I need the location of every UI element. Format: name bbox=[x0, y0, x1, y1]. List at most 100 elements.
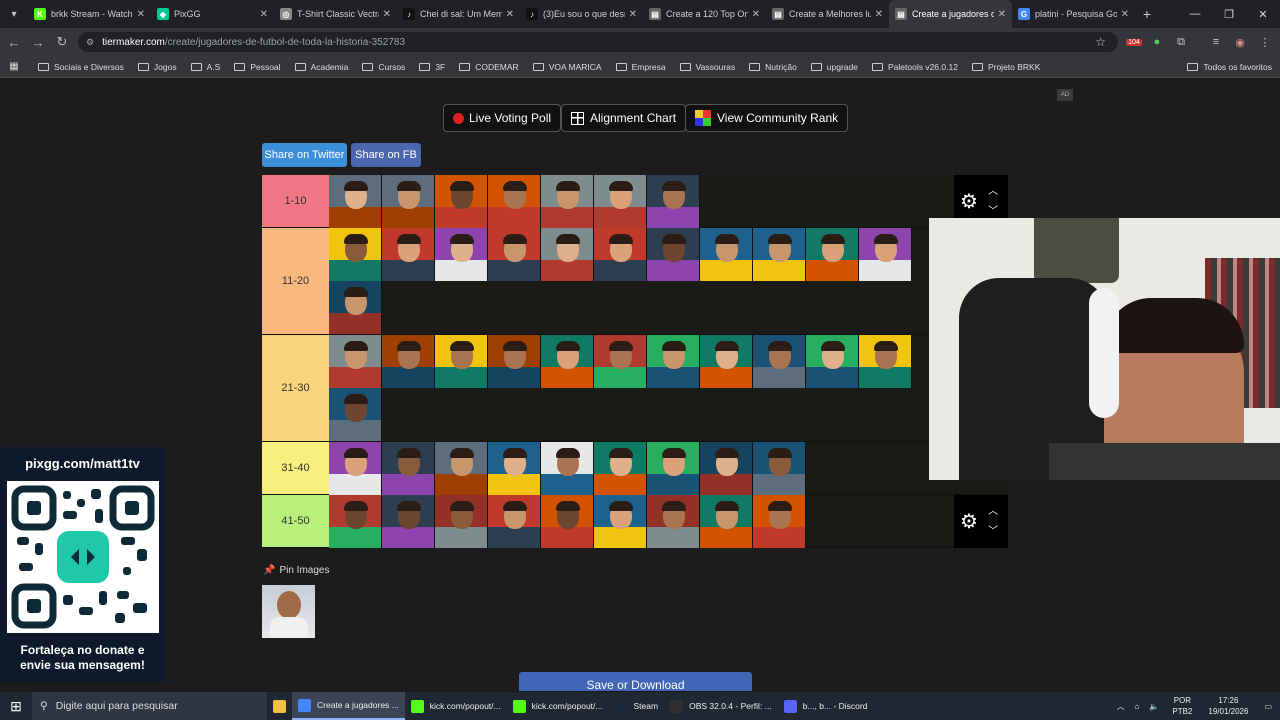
taskbar-app[interactable]: Create a jugadores ... bbox=[292, 692, 405, 720]
volume-icon[interactable]: 🔈 bbox=[1149, 702, 1159, 711]
tab-close-icon[interactable]: ✕ bbox=[875, 9, 883, 20]
all-bookmarks[interactable]: Todos os favoritos bbox=[1187, 62, 1272, 72]
windows-start-icon[interactable]: ⊞ bbox=[0, 698, 32, 715]
gear-icon[interactable]: ⚙ bbox=[956, 509, 982, 534]
player-image[interactable] bbox=[753, 495, 806, 548]
browser-tab[interactable]: ◎ T-Shirt Classic Vectra ✕ bbox=[274, 0, 397, 28]
bookmark-folder[interactable]: Academia bbox=[294, 62, 348, 72]
alignment-chart-button[interactable]: Alignment Chart bbox=[561, 104, 687, 132]
bookmark-folder[interactable]: CODEMAR bbox=[459, 62, 519, 72]
bookmark-folder[interactable]: Projeto BRKK bbox=[971, 62, 1040, 72]
tier-label[interactable]: 1-10 bbox=[262, 175, 329, 227]
tab-close-icon[interactable]: ✕ bbox=[383, 9, 391, 20]
player-image[interactable] bbox=[806, 335, 859, 388]
player-image[interactable] bbox=[647, 335, 700, 388]
restore-icon[interactable]: ❐ bbox=[1212, 0, 1246, 28]
player-image[interactable] bbox=[700, 335, 753, 388]
bookmark-folder[interactable]: Cursos bbox=[362, 62, 405, 72]
player-image[interactable] bbox=[329, 281, 382, 334]
player-image[interactable] bbox=[753, 228, 806, 281]
player-image[interactable] bbox=[329, 175, 382, 228]
extensions-puzzle-icon[interactable]: ⧉ bbox=[1170, 28, 1192, 56]
pin-images[interactable]: 📌 Pin Images bbox=[263, 565, 329, 576]
player-image[interactable] bbox=[647, 175, 700, 228]
taskbar-app[interactable]: Steam bbox=[609, 692, 665, 720]
tier-label[interactable]: 31-40 bbox=[262, 442, 329, 494]
player-image[interactable] bbox=[541, 175, 594, 228]
player-image[interactable] bbox=[382, 495, 435, 548]
player-image[interactable] bbox=[594, 228, 647, 281]
tier-label[interactable]: 41-50 bbox=[262, 495, 329, 547]
player-image[interactable] bbox=[700, 495, 753, 548]
tab-close-icon[interactable]: ✕ bbox=[260, 9, 268, 20]
browser-tab[interactable]: Kbrkk Stream - Watch ✕ bbox=[28, 0, 151, 28]
bookmark-folder[interactable]: A.S bbox=[190, 62, 220, 72]
bookmark-folder[interactable]: Pessoal bbox=[234, 62, 281, 72]
bookmark-folder[interactable]: Empresa bbox=[615, 62, 666, 72]
bookmark-folder[interactable]: Jogos bbox=[137, 62, 177, 72]
tray-chevron-icon[interactable]: ︿ bbox=[1117, 701, 1125, 712]
tier-label[interactable]: 21-30 bbox=[262, 335, 329, 441]
tab-close-icon[interactable]: ✕ bbox=[1121, 9, 1129, 20]
gear-icon[interactable]: ⚙ bbox=[956, 189, 982, 214]
bookmark-folder[interactable]: Sociais e Diversos bbox=[38, 62, 124, 72]
notifications-icon[interactable]: ▭ bbox=[1264, 702, 1272, 711]
media-icon[interactable]: ≡ bbox=[1205, 28, 1227, 56]
taskbar-app[interactable]: b..., b... - Discord bbox=[778, 692, 874, 720]
extension-badge[interactable]: 104 bbox=[1123, 28, 1145, 56]
tab-search-icon[interactable]: ▾ bbox=[0, 0, 28, 28]
bookmark-folder[interactable]: VOA MARICA bbox=[532, 62, 602, 72]
player-image[interactable] bbox=[488, 228, 541, 281]
network-icon[interactable]: ⌂ bbox=[1135, 702, 1140, 711]
player-image[interactable] bbox=[382, 175, 435, 228]
player-image[interactable] bbox=[859, 335, 912, 388]
browser-tab[interactable]: Gplatini - Pesquisa Go ✕ bbox=[1012, 0, 1135, 28]
player-image[interactable] bbox=[488, 495, 541, 548]
share-fb-button[interactable]: Share on FB bbox=[351, 143, 421, 167]
player-image[interactable] bbox=[700, 442, 753, 495]
tab-close-icon[interactable]: ✕ bbox=[752, 9, 760, 20]
bookmark-folder[interactable]: Nutrição bbox=[749, 62, 797, 72]
live-voting-poll-button[interactable]: Live Voting Poll bbox=[443, 104, 562, 132]
browser-tab[interactable]: ▤ Create a Melhores lu ✕ bbox=[766, 0, 889, 28]
reload-icon[interactable]: ↻ bbox=[50, 34, 74, 50]
player-image[interactable] bbox=[329, 335, 382, 388]
apps-grid-icon[interactable]: ▦ bbox=[0, 61, 28, 72]
minimize-icon[interactable]: — bbox=[1178, 0, 1212, 28]
bookmark-folder[interactable]: 3F bbox=[419, 62, 445, 72]
player-image[interactable] bbox=[382, 442, 435, 495]
profile-avatar[interactable]: ◉ bbox=[1229, 28, 1251, 56]
clock[interactable]: 17:26 19/01/2026 bbox=[1208, 695, 1248, 717]
taskbar-app[interactable]: OBS 32.0.4 - Perfil: ... bbox=[664, 692, 778, 720]
player-image[interactable] bbox=[647, 495, 700, 548]
browser-tab[interactable]: ♪ Chei di sal: Um Meme ✕ bbox=[397, 0, 520, 28]
new-tab-button[interactable]: + bbox=[1135, 6, 1159, 22]
player-image[interactable] bbox=[488, 335, 541, 388]
browser-tab[interactable]: ♪ (3)Eu sou o que desm ✕ bbox=[520, 0, 643, 28]
url-bar[interactable]: ⚙ tiermaker.com /create/jugadores-de-fut… bbox=[78, 32, 1118, 52]
player-image[interactable] bbox=[647, 442, 700, 495]
tab-close-icon[interactable]: ✕ bbox=[629, 9, 637, 20]
player-image[interactable] bbox=[382, 228, 435, 281]
player-image[interactable] bbox=[647, 228, 700, 281]
bookmark-folder[interactable]: Vassouras bbox=[679, 62, 735, 72]
taskbar-app[interactable]: kick.com/popout/... bbox=[507, 692, 609, 720]
player-image[interactable] bbox=[541, 228, 594, 281]
player-image[interactable] bbox=[329, 442, 382, 495]
taskbar-app[interactable]: kick.com/popout/... bbox=[405, 692, 507, 720]
browser-tab[interactable]: ▤ Create a 120 Top One ✕ bbox=[643, 0, 766, 28]
share-twitter-button[interactable]: Share on Twitter bbox=[262, 143, 347, 167]
player-image[interactable] bbox=[488, 175, 541, 228]
tab-close-icon[interactable]: ✕ bbox=[137, 9, 145, 20]
player-image[interactable] bbox=[753, 335, 806, 388]
player-image[interactable] bbox=[541, 335, 594, 388]
player-image[interactable] bbox=[329, 495, 382, 548]
close-window-icon[interactable]: ✕ bbox=[1246, 0, 1280, 28]
chevron-up-icon[interactable]: ︿ bbox=[988, 502, 998, 522]
back-icon[interactable]: ← bbox=[2, 35, 26, 50]
player-image[interactable] bbox=[594, 175, 647, 228]
browser-tab[interactable]: ◆ PixGG ✕ bbox=[151, 0, 274, 28]
player-image[interactable] bbox=[594, 335, 647, 388]
player-image[interactable] bbox=[329, 228, 382, 281]
tab-close-icon[interactable]: ✕ bbox=[998, 9, 1006, 20]
